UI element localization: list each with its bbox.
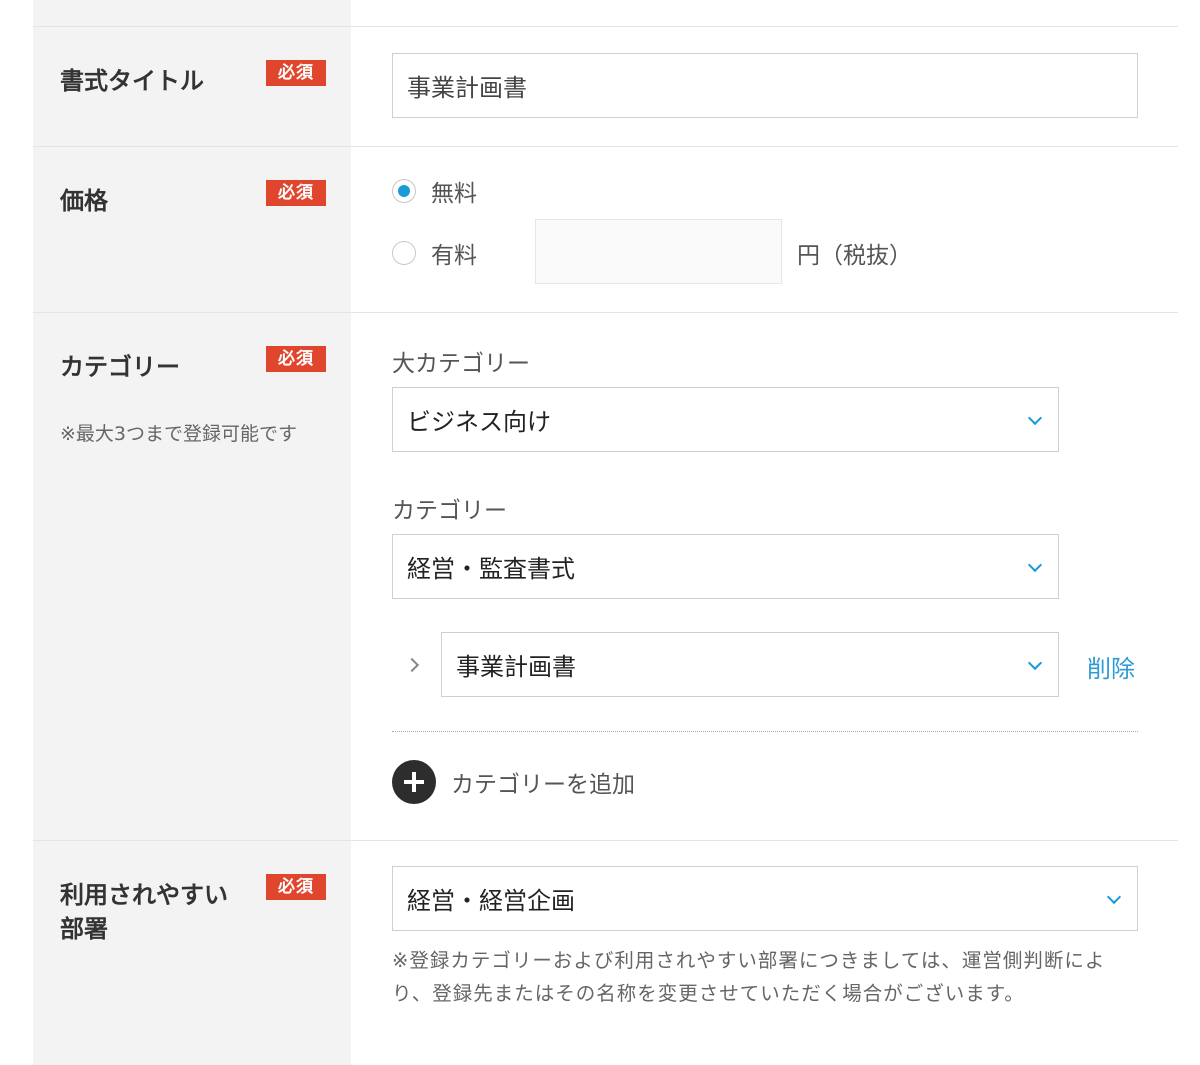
major-category-select[interactable]: ビジネス向け xyxy=(392,387,1059,452)
paid-radio-label[interactable]: 有料 xyxy=(431,236,477,270)
price-label-column: 価格 必須 xyxy=(33,147,351,312)
free-radio-label[interactable]: 無料 xyxy=(431,174,477,208)
required-badge: 必須 xyxy=(266,874,326,900)
title-row: 書式タイトル 必須 事業計画書 xyxy=(33,27,1178,147)
subcategory-select[interactable]: 事業計画書 xyxy=(441,632,1059,697)
chevron-down-icon xyxy=(1027,557,1043,572)
price-content: 無料 有料 円（税抜） xyxy=(351,147,1178,312)
title-input[interactable]: 事業計画書 xyxy=(392,53,1138,118)
department-label-line1: 利用されやすい xyxy=(60,881,228,909)
category-select-label: カテゴリー xyxy=(392,498,507,524)
category-select[interactable]: 経営・監査書式 xyxy=(392,534,1059,599)
add-category-button[interactable]: カテゴリーを追加 xyxy=(451,765,635,799)
major-category-label: 大カテゴリー xyxy=(392,351,530,377)
title-label: 書式タイトル xyxy=(60,67,204,95)
free-radio[interactable] xyxy=(392,179,416,203)
chevron-down-icon xyxy=(1106,889,1122,904)
department-note: ※登録カテゴリーおよび利用されやすい部署につきましては、運営側判断により、登録先… xyxy=(392,949,1106,1005)
subcategory-value: 事業計画書 xyxy=(456,653,576,681)
price-unit-label: 円（税抜） xyxy=(797,243,912,269)
title-content: 事業計画書 xyxy=(351,27,1178,146)
chevron-down-icon xyxy=(1027,410,1043,425)
category-content: 大カテゴリー ビジネス向け カテゴリー 経営・監査書式 事業計画書 削除 カテゴ… xyxy=(351,313,1178,840)
category-label-column: カテゴリー 必須 ※最大3つまで登録可能です xyxy=(33,313,351,840)
category-label: カテゴリー xyxy=(60,353,180,381)
department-label-column: 利用されやすい 部署 必須 xyxy=(33,841,351,1065)
department-row: 利用されやすい 部署 必須 経営・経営企画 ※登録カテゴリーおよび利用されやすい… xyxy=(33,841,1178,1065)
major-category-value: ビジネス向け xyxy=(407,408,551,436)
category-row: カテゴリー 必須 ※最大3つまで登録可能です 大カテゴリー ビジネス向け カテゴ… xyxy=(33,313,1178,841)
department-value: 経営・経営企画 xyxy=(407,887,575,915)
label-column xyxy=(33,0,351,26)
template-form: 書式タイトル 必須 事業計画書 価格 必須 無料 有料 円（税抜） カテゴリー … xyxy=(33,0,1178,1065)
price-row: 価格 必須 無料 有料 円（税抜） xyxy=(33,147,1178,313)
chevron-down-icon xyxy=(1027,655,1043,670)
previous-row xyxy=(33,0,1178,27)
divider xyxy=(392,731,1138,732)
plus-icon[interactable] xyxy=(392,760,436,804)
paid-radio[interactable] xyxy=(392,241,416,265)
chevron-right-icon xyxy=(404,657,420,673)
department-select[interactable]: 経営・経営企画 xyxy=(392,866,1138,931)
required-badge: 必須 xyxy=(266,180,326,206)
category-limit-note: ※最大3つまで登録可能です xyxy=(60,423,298,445)
required-badge: 必須 xyxy=(266,60,326,86)
delete-category-link[interactable]: 削除 xyxy=(1087,649,1135,684)
price-input[interactable] xyxy=(535,219,782,284)
required-badge: 必須 xyxy=(266,346,326,372)
department-label-line2: 部署 xyxy=(60,915,108,943)
price-label: 価格 xyxy=(60,187,108,215)
content-column xyxy=(351,0,1178,26)
category-value: 経営・監査書式 xyxy=(407,555,575,583)
department-content: 経営・経営企画 ※登録カテゴリーおよび利用されやすい部署につきましては、運営側判… xyxy=(351,841,1178,1065)
title-label-column: 書式タイトル 必須 xyxy=(33,27,351,146)
